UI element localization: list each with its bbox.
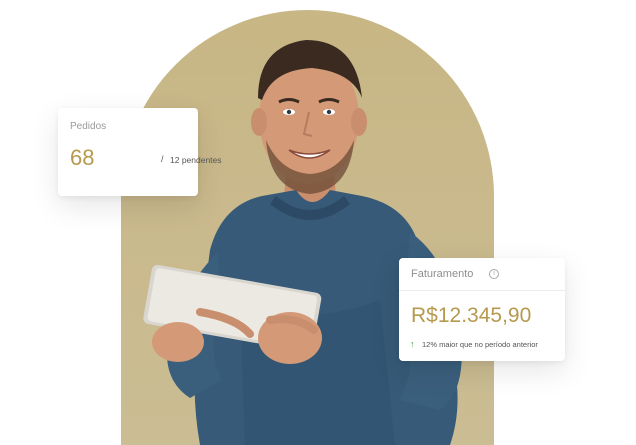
orders-separator: / [161,154,164,164]
revenue-label: Faturamento [411,268,474,280]
orders-card: Pedidos 68 / 12 pendentes [58,108,222,196]
orders-label: Pedidos [70,121,107,132]
revenue-card: Faturamento i R$12.345,90 ↑ 12% maior qu… [399,258,565,361]
orders-count: 68 [70,145,95,170]
orders-pending: 12 pendentes [170,155,222,165]
revenue-amount: R$12.345,90 [411,304,532,327]
info-icon[interactable]: i [489,269,499,279]
person-holding-tablet-image [143,40,462,445]
arrow-up-icon: ↑ [410,339,415,349]
hero-stage: Pedidos 68 / 12 pendentes Faturamento i … [0,0,636,445]
revenue-trend-text: 12% maior que no período anterior [422,340,538,349]
card-divider [399,290,565,291]
